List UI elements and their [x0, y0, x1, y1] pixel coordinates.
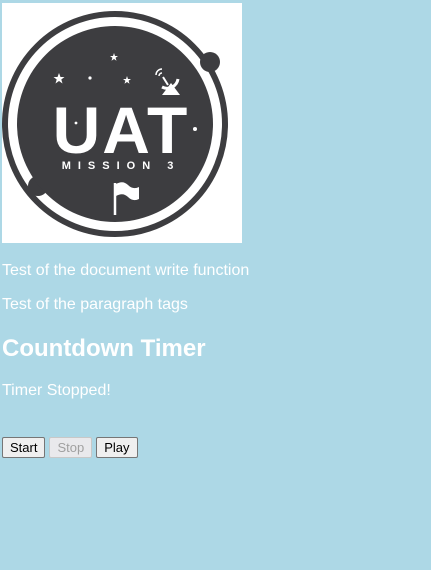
- paragraph-text: Test of the paragraph tags: [2, 296, 188, 313]
- logo-ring-node: [200, 52, 220, 72]
- stop-button[interactable]: Stop: [49, 437, 93, 458]
- timer-controls: Start Stop Play: [2, 437, 138, 458]
- start-button[interactable]: Start: [2, 437, 46, 458]
- countdown-timer-heading: Countdown Timer: [2, 335, 206, 362]
- logo-graphic: UAT MISSION 3: [2, 11, 228, 237]
- play-button[interactable]: Play: [96, 437, 138, 458]
- logo-sub-text: MISSION 3: [62, 160, 181, 172]
- logo-main-text: UAT: [53, 93, 190, 167]
- uat-mission-3-logo: UAT MISSION 3: [2, 3, 242, 243]
- document-write-text: Test of the document write function: [2, 262, 250, 279]
- timer-status-text: Timer Stopped!: [2, 382, 111, 399]
